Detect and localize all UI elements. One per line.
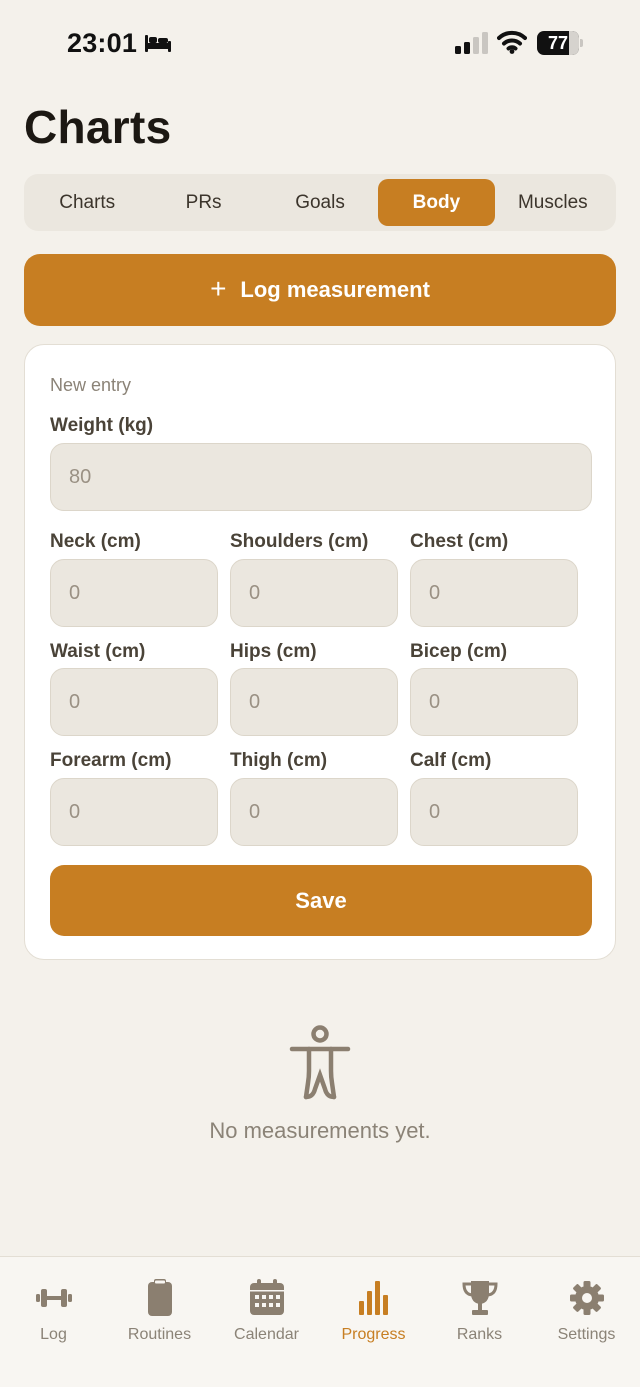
tabbar-label: Settings [557, 1326, 616, 1343]
tabbar-label: Ranks [456, 1326, 503, 1343]
hips-label: Hips (cm) [230, 641, 317, 662]
page-title: Charts [24, 101, 172, 153]
trophy-icon [461, 1281, 498, 1315]
weight-input[interactable]: 80 [50, 443, 592, 511]
tabbar-label: Log [40, 1326, 67, 1343]
status-time: 23:01 [67, 28, 138, 58]
thigh-input[interactable]: 0 [230, 778, 398, 846]
shoulders-label: Shoulders (cm) [230, 531, 369, 552]
shoulders-input[interactable]: 0 [230, 559, 398, 627]
wifi-icon [497, 30, 527, 54]
empty-state-text: No measurements yet. [209, 1118, 431, 1143]
bicep-input[interactable]: 0 [410, 668, 578, 736]
waist-input[interactable]: 0 [50, 668, 218, 736]
clipboard-icon [147, 1279, 172, 1316]
tabbar-label: Calendar [234, 1326, 299, 1343]
thigh-label: Thigh (cm) [230, 750, 328, 771]
card-caption: New entry [50, 375, 132, 395]
battery-body: 77 [537, 31, 579, 55]
tab-muscles[interactable]: Muscles [495, 179, 611, 226]
dumbbell-icon [35, 1289, 72, 1307]
waist-label: Waist (cm) [50, 641, 146, 662]
segmented-tabs: Charts PRs Goals Body Muscles [24, 174, 616, 231]
tabbar-item-log[interactable]: Log [0, 1279, 107, 1344]
gear-icon [569, 1281, 604, 1315]
tabbar-item-settings[interactable]: Settings [533, 1279, 640, 1344]
weight-label: Weight (kg) [50, 415, 154, 436]
tab-charts[interactable]: Charts [29, 179, 145, 226]
neck-label: Neck (cm) [50, 531, 141, 552]
calendar-icon [249, 1279, 284, 1315]
log-measurement-label: Log measurement [240, 277, 430, 302]
neck-input[interactable]: 0 [50, 559, 218, 627]
battery-tip [580, 39, 583, 47]
tabbar-item-routines[interactable]: Routines [106, 1279, 213, 1344]
battery-icon: 77 [537, 31, 583, 55]
bar-chart-icon [358, 1281, 388, 1315]
tabbar-label: Routines [127, 1326, 192, 1343]
new-entry-card: New entry Weight (kg) 80 Neck (cm) 0 Sho… [24, 344, 616, 960]
calf-label: Calf (cm) [410, 750, 492, 771]
status-bar: 23:01 77 [0, 0, 640, 88]
tab-prs[interactable]: PRs [145, 179, 261, 226]
tabbar-item-calendar[interactable]: Calendar [213, 1279, 320, 1344]
forearm-input[interactable]: 0 [50, 778, 218, 846]
tab-body[interactable]: Body [378, 179, 495, 226]
tabbar-label: Progress [341, 1326, 406, 1343]
body-figure-icon [289, 1025, 351, 1100]
save-button[interactable]: Save [50, 865, 592, 936]
cellular-signal-icon [455, 32, 488, 54]
bed-icon [145, 35, 171, 52]
tab-goals[interactable]: Goals [262, 179, 378, 226]
bottom-tab-bar: Log Routines Calendar Progress Ranks Set… [0, 1256, 640, 1387]
chest-label: Chest (cm) [410, 531, 509, 552]
tabbar-item-ranks[interactable]: Ranks [426, 1279, 533, 1344]
hips-input[interactable]: 0 [230, 668, 398, 736]
bicep-label: Bicep (cm) [410, 641, 508, 662]
log-measurement-button[interactable]: + Log measurement [24, 254, 616, 326]
calf-input[interactable]: 0 [410, 778, 578, 846]
forearm-label: Forearm (cm) [50, 750, 172, 771]
chest-input[interactable]: 0 [410, 559, 578, 627]
tabbar-item-progress[interactable]: Progress [320, 1279, 427, 1344]
battery-level: 77 [547, 33, 569, 53]
plus-icon: + [210, 272, 227, 304]
